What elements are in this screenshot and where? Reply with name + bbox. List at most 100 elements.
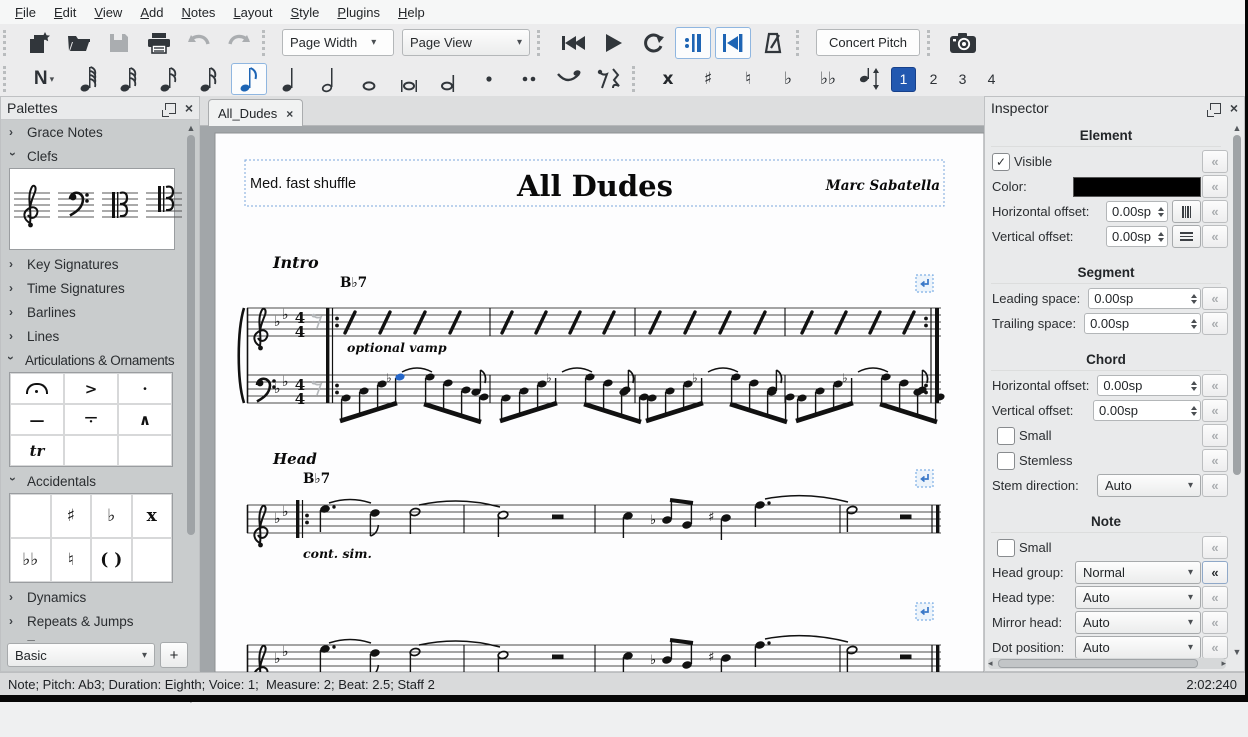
trailing-space-spinner[interactable]: 0.00sp (1084, 313, 1201, 334)
palette-lines[interactable]: ›Lines (1, 324, 187, 348)
undock-panel-icon[interactable] (165, 103, 176, 114)
undock-panel-icon[interactable] (1210, 103, 1221, 114)
redo-button[interactable] (221, 27, 257, 59)
pan-score-toggle[interactable] (715, 27, 751, 59)
zoom-select[interactable]: Page Width ▾ (282, 29, 394, 56)
section-break-icon[interactable] (916, 470, 933, 487)
play-repeats-toggle[interactable] (675, 27, 711, 59)
toolbar-drag-handle[interactable] (796, 30, 806, 56)
duration-longa-button[interactable] (431, 63, 467, 95)
element-v-offset-spinner[interactable]: 0.00sp (1106, 226, 1168, 247)
inspector-scroll-thumb[interactable] (1233, 135, 1241, 475)
voice-2-button[interactable]: 2 (922, 68, 945, 91)
reset-head-type-button[interactable]: « (1202, 586, 1228, 609)
duration-whole-button[interactable] (351, 63, 387, 95)
double-flat-button[interactable]: ♭♭ (810, 63, 846, 95)
inspector-scrollbar[interactable]: ▲ ▼ (1232, 123, 1242, 657)
palette-time-signatures[interactable]: ›Time Signatures (1, 276, 187, 300)
head-group-select[interactable]: Normal ▾ (1075, 561, 1201, 584)
portato-cell[interactable]: —· (64, 404, 118, 435)
spinner-arrows[interactable] (1191, 294, 1197, 304)
workspace-select[interactable]: Basic ▾ (7, 643, 155, 667)
palette-accidentals[interactable]: ›Accidentals (1, 469, 187, 493)
vamp-text[interactable]: optional vamp (347, 340, 447, 355)
duration-eighth-button[interactable] (231, 63, 267, 95)
close-panel-icon[interactable]: × (1230, 100, 1238, 116)
menu-file[interactable]: File (6, 2, 45, 23)
empty-cell[interactable] (64, 435, 118, 466)
snap-horizontal-button[interactable] (1172, 200, 1201, 223)
palette-articulations[interactable]: ›Articulations & Ornaments (1, 348, 187, 372)
duration-32nd-button[interactable] (151, 63, 187, 95)
flat-button[interactable]: ♭ (770, 63, 806, 95)
menu-notes[interactable]: Notes (172, 2, 224, 23)
spinner-arrows[interactable] (1191, 406, 1197, 416)
accent-cell[interactable]: > (64, 373, 118, 404)
reset-trailing-button[interactable]: « (1202, 312, 1228, 335)
section-break-icon[interactable] (916, 275, 933, 292)
palette-dynamics[interactable]: ›Dynamics (1, 585, 187, 609)
reset-note-small-button[interactable]: « (1202, 536, 1228, 559)
reset-stem-direction-button[interactable]: « (1202, 474, 1228, 497)
reset-chord-v-button[interactable]: « (1202, 399, 1228, 422)
menu-edit[interactable]: Edit (45, 2, 85, 23)
palette-key-signatures[interactable]: ›Key Signatures (1, 252, 187, 276)
cont-sim-text[interactable]: cont. sim. (303, 546, 372, 561)
flip-direction-button[interactable] (850, 63, 886, 95)
tenuto-cell[interactable]: — (10, 404, 64, 435)
reset-visible-button[interactable]: « (1202, 150, 1228, 173)
spinner-arrows[interactable] (1191, 319, 1197, 329)
reset-dot-position-button[interactable]: « (1202, 636, 1228, 659)
mirror-head-select[interactable]: Auto ▾ (1075, 611, 1201, 634)
snap-vertical-button[interactable] (1172, 225, 1201, 248)
stemless-checkbox[interactable] (997, 452, 1015, 470)
toolbar-drag-handle[interactable] (3, 66, 13, 92)
palette-barlines[interactable]: ›Barlines (1, 300, 187, 324)
section-break-icon[interactable] (916, 603, 933, 620)
empty-cell[interactable] (118, 435, 172, 466)
new-score-button[interactable] (21, 27, 57, 59)
reset-leading-button[interactable]: « (1202, 287, 1228, 310)
leading-space-spinner[interactable]: 0.00sp (1088, 288, 1201, 309)
inspector-hscrollbar[interactable]: ◂ ▸ (988, 658, 1226, 669)
menu-view[interactable]: View (85, 2, 131, 23)
chord-h-offset-spinner[interactable]: 0.00sp (1097, 375, 1201, 396)
metronome-toggle[interactable] (755, 27, 791, 59)
toolbar-drag-handle[interactable] (3, 30, 13, 56)
duration-128th-button[interactable] (71, 63, 107, 95)
palette-grace-notes[interactable]: ›Grace Notes (1, 120, 187, 144)
concert-pitch-button[interactable]: Concert Pitch (816, 29, 920, 56)
composer-text[interactable]: Marc Sabatella (825, 178, 940, 194)
rehearsal-intro[interactable]: Intro (272, 253, 319, 272)
close-panel-icon[interactable]: × (185, 100, 193, 116)
duration-16th-button[interactable] (191, 63, 227, 95)
fermata-cell[interactable] (10, 373, 64, 404)
image-capture-button[interactable] (945, 27, 981, 59)
flat-cell[interactable]: ♭ (91, 494, 132, 538)
play-button[interactable] (595, 27, 631, 59)
staccato-cell[interactable]: · (118, 373, 172, 404)
empty-cell[interactable] (10, 494, 51, 538)
voice-3-button[interactable]: 3 (951, 68, 974, 91)
palettes-scroll-thumb[interactable] (187, 135, 195, 535)
tab-all-dudes[interactable]: All_Dudes × (208, 99, 303, 127)
spinner-arrows[interactable] (1191, 381, 1197, 391)
print-button[interactable] (141, 27, 177, 59)
natural-button[interactable]: ♮ (730, 63, 766, 95)
double-sharp-cell[interactable]: x (132, 494, 173, 538)
chord-symbol-head[interactable]: B♭7 (303, 471, 330, 487)
view-mode-select[interactable]: Page View ▾ (402, 29, 530, 56)
note-input-toggle[interactable]: N ▾ (21, 63, 67, 95)
augmentation-dot-button[interactable] (471, 63, 507, 95)
empty-cell[interactable] (132, 538, 173, 582)
open-file-button[interactable] (61, 27, 97, 59)
menu-layout[interactable]: Layout (224, 2, 281, 23)
rest-button[interactable] (591, 63, 627, 95)
menu-style[interactable]: Style (281, 2, 328, 23)
undo-button[interactable] (181, 27, 217, 59)
duration-half-button[interactable] (311, 63, 347, 95)
toolbar-drag-handle[interactable] (537, 30, 547, 56)
chord-v-offset-spinner[interactable]: 0.00sp (1093, 400, 1201, 421)
duration-quarter-button[interactable] (271, 63, 307, 95)
marcato-cell[interactable]: ∧ (118, 404, 172, 435)
